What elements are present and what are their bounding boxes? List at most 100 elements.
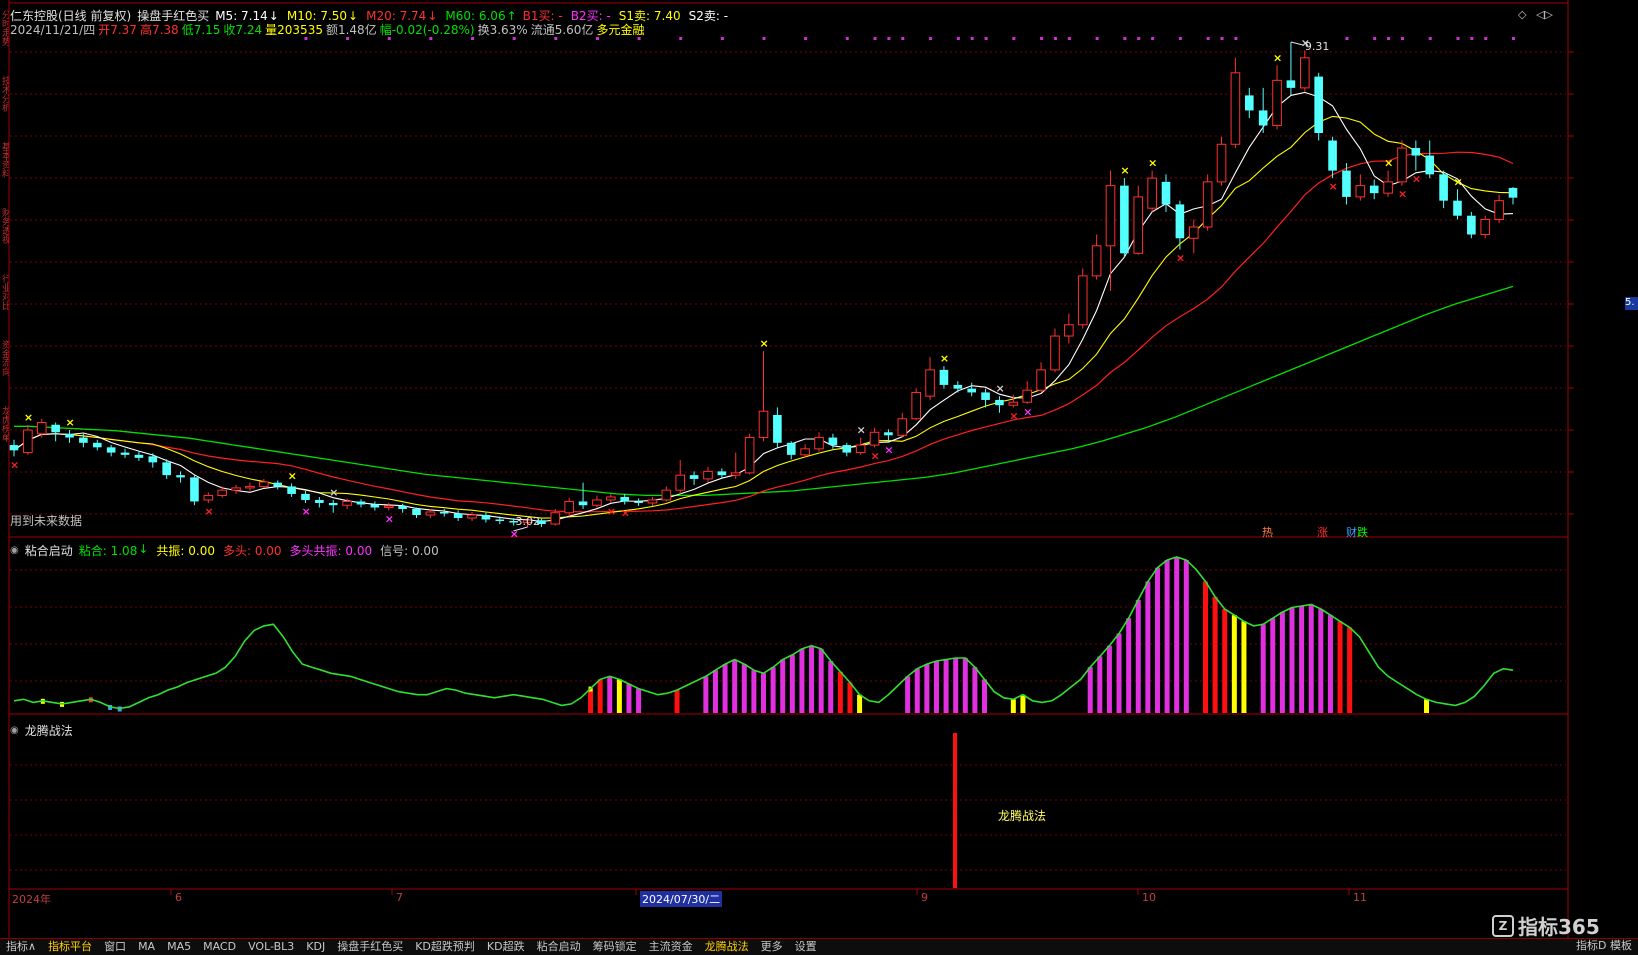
candle-body xyxy=(897,418,908,436)
candle-body xyxy=(1439,174,1448,201)
candle-body xyxy=(1064,324,1074,337)
oscillator-bar xyxy=(1299,605,1305,713)
oscillator-bar xyxy=(1183,560,1189,713)
oscillator-bar xyxy=(1260,624,1266,713)
low-price-label: 3.02 xyxy=(515,515,541,528)
oscillator-bar xyxy=(1347,627,1353,713)
candle-body xyxy=(1467,215,1476,235)
candle-body xyxy=(23,429,33,454)
bottom-tab[interactable]: KD超跌预判 xyxy=(409,939,481,955)
candle-body xyxy=(259,481,269,487)
panel2-value: 信号: 0.00 xyxy=(380,544,439,558)
bottom-tab[interactable]: 更多 xyxy=(755,939,789,955)
bottom-tab[interactable]: MA5 xyxy=(161,939,197,955)
candle-body xyxy=(773,414,782,443)
signal-dot xyxy=(512,37,516,40)
bottom-right-controls[interactable]: 指标D 模板 xyxy=(1576,938,1632,954)
signal-dot xyxy=(595,37,599,40)
signal-x-marker: × xyxy=(1176,252,1185,265)
candle-body xyxy=(661,489,672,501)
signal-dot xyxy=(304,37,308,40)
signal-x-marker: × xyxy=(1398,188,1407,201)
signal-dot xyxy=(1373,37,1377,40)
signal-dot xyxy=(1470,37,1474,40)
panel2-title[interactable]: 粘合启动 xyxy=(25,542,73,559)
signal-x-marker: × xyxy=(329,486,338,499)
signal-dot xyxy=(346,37,350,40)
time-axis-label: 9 xyxy=(921,891,928,904)
bottom-tab[interactable]: 筹码锁定 xyxy=(587,939,643,955)
candle-body xyxy=(1480,218,1491,236)
panel3-title[interactable]: 龙腾战法 xyxy=(25,722,73,739)
signal-x-marker: × xyxy=(10,458,19,471)
candle-body xyxy=(176,475,185,478)
bottom-tab[interactable]: 龙腾战法 xyxy=(699,939,755,955)
candle-body xyxy=(1105,185,1116,247)
oscillator-bar xyxy=(674,690,680,713)
signal-dot xyxy=(1151,37,1155,40)
signal-dot xyxy=(901,37,905,40)
time-axis-label: 6 xyxy=(175,891,182,904)
candle-body xyxy=(1314,76,1323,133)
candle-body xyxy=(1036,369,1046,391)
oscillator-bar xyxy=(761,673,766,713)
bottom-tab[interactable]: VOL-BL3 xyxy=(242,939,300,955)
signal-x-marker: × xyxy=(1384,157,1393,170)
bottom-tab[interactable]: 指标∧ xyxy=(0,939,42,955)
candle-body xyxy=(1161,181,1171,205)
candle-body xyxy=(703,470,713,480)
time-axis-label: 7 xyxy=(396,891,403,904)
candle-body xyxy=(1369,185,1379,194)
bottom-tab[interactable]: 操盘手红色买 xyxy=(331,939,409,955)
signal-dot xyxy=(1040,37,1044,40)
stock-tag: 热 xyxy=(1262,526,1273,539)
candle-body xyxy=(92,442,102,448)
oscillator-bar xyxy=(933,661,939,713)
time-axis-label: 10 xyxy=(1142,891,1156,904)
bottom-tab[interactable]: MA xyxy=(132,939,161,955)
oscillator-bar xyxy=(712,670,718,713)
signal-dot xyxy=(720,37,724,40)
oscillator-bar xyxy=(1222,609,1228,713)
panel-gear-icon[interactable]: ◉ xyxy=(10,725,19,736)
candle-body xyxy=(884,432,893,436)
high-price-label: 9.31 xyxy=(1304,40,1330,53)
oscillator-bar xyxy=(751,670,757,713)
candle-body xyxy=(1300,57,1310,89)
oscillator-bar xyxy=(1279,612,1285,713)
oscillator-bar xyxy=(1174,557,1180,713)
signal-x-marker: × xyxy=(940,352,949,365)
signal-x-marker: × xyxy=(760,337,769,350)
candle-body xyxy=(217,489,227,496)
watermark-text: 指标365 xyxy=(1518,915,1600,939)
bottom-tab[interactable]: 设置 xyxy=(789,939,823,955)
candle-body xyxy=(315,499,324,503)
bottom-tab[interactable]: 主流资金 xyxy=(643,939,699,955)
signal-dot xyxy=(554,37,558,40)
candle-body xyxy=(134,454,144,458)
signal-dot xyxy=(1067,37,1071,40)
oscillator-bar xyxy=(1106,645,1112,713)
chart-canvas[interactable]: × ××××××××× ×××× ×××× ×××××××××× × xyxy=(0,0,1638,954)
candle-body xyxy=(1008,401,1019,406)
bottom-tab[interactable]: KDJ xyxy=(300,939,331,955)
candle-body xyxy=(814,437,824,450)
candle-body xyxy=(675,474,686,491)
bottom-tab[interactable]: KD超跌 xyxy=(481,939,531,955)
candle-body xyxy=(995,399,1004,406)
panel-gear-icon[interactable]: ◉ xyxy=(10,545,19,556)
signal-x-marker: × xyxy=(621,506,630,519)
candle-body xyxy=(717,471,727,476)
candle-body xyxy=(65,433,74,438)
candle-body xyxy=(1120,185,1129,254)
bottom-tab[interactable]: MACD xyxy=(197,939,242,955)
oscillator-bar xyxy=(780,659,786,713)
bottom-tab[interactable]: 窗口 xyxy=(98,939,132,955)
oscillator-bar xyxy=(789,654,795,713)
signal-dot xyxy=(1012,37,1016,40)
signal-x-marker: × xyxy=(288,469,297,482)
bottom-tab[interactable]: 粘合启动 xyxy=(531,939,587,955)
bottom-tab-bar: 指标∧ 指标平台 窗口 MA MA5 MACD VOL-BL3 KDJ 操盘手红色买 KD超跌预判… xyxy=(0,938,1638,955)
bottom-tab[interactable]: 指标平台 xyxy=(42,939,98,955)
signal-dot xyxy=(887,37,891,40)
